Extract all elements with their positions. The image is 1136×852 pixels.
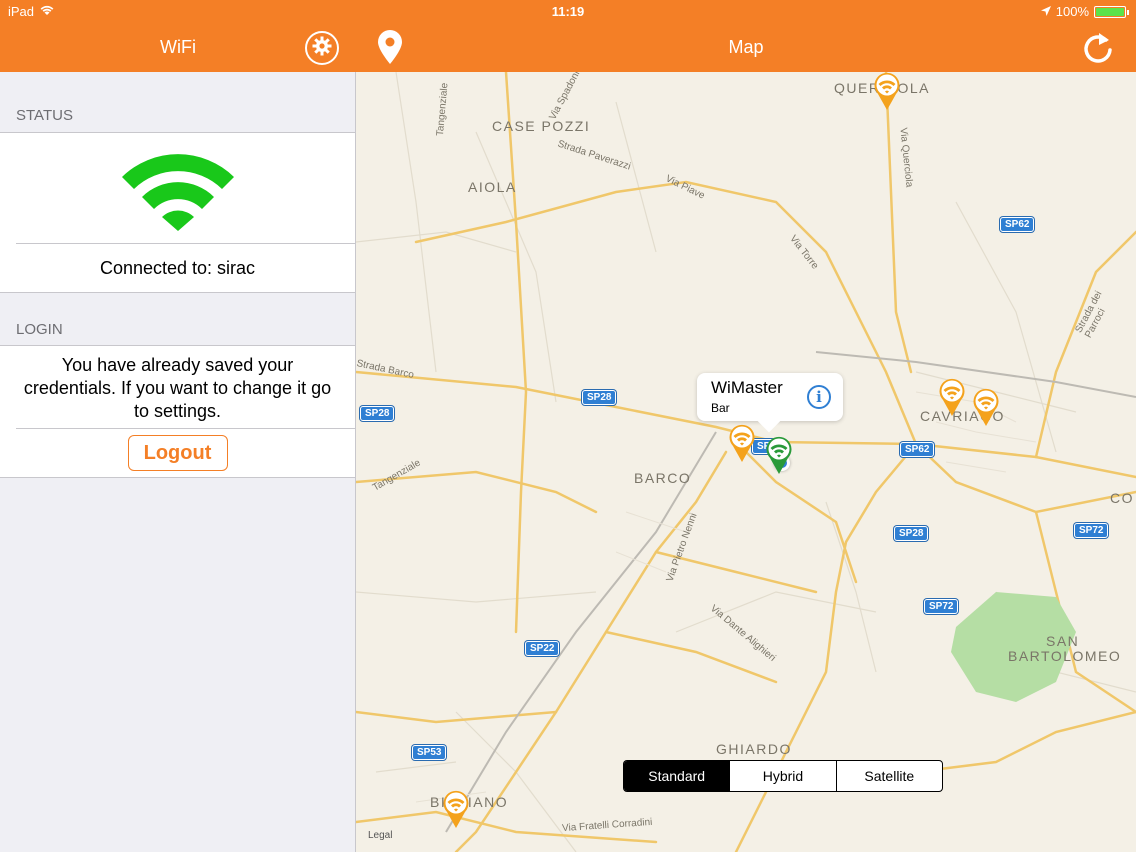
battery-icon [1094, 5, 1129, 18]
hotspot-callout[interactable]: WiMaster Bar i [697, 373, 843, 421]
wifi-hotspot-marker[interactable] [972, 388, 1000, 426]
map-type-hybrid[interactable]: Hybrid [730, 761, 837, 791]
map-type-satellite[interactable]: Satellite [837, 761, 942, 791]
wifi-marker-icon [443, 790, 469, 828]
road-shield: SP28 [894, 526, 929, 541]
status-bar: iPad 11:19 100% [0, 0, 1136, 24]
login-section-header: LOGIN [16, 321, 63, 338]
map-panel: Map CASE POZZI AIOLA BARCO CAVRIAGO GHIA… [356, 0, 1136, 852]
road-shield: SP22 [525, 641, 560, 656]
road-shield: SP72 [924, 599, 959, 614]
info-button[interactable]: i [807, 385, 831, 409]
road-shield: SP28 [360, 406, 395, 421]
wifi-hotspot-marker-selected[interactable] [765, 436, 793, 474]
wifi-status-row [0, 133, 355, 243]
wifi-hotspot-marker[interactable] [938, 378, 966, 416]
place-label: San [1046, 633, 1080, 649]
road-shield: SP62 [900, 442, 935, 457]
wifi-marker-icon [729, 424, 755, 462]
gear-icon [312, 36, 332, 61]
clock: 11:19 [551, 4, 585, 19]
wifi-nav-bar: WiFi [0, 24, 356, 72]
settings-button[interactable] [305, 31, 339, 65]
battery-percent: 100% [1055, 4, 1089, 19]
road-shield: SP72 [1074, 523, 1109, 538]
wifi-connected-icon [121, 141, 234, 236]
road-shield: SP62 [1000, 217, 1035, 232]
wifi-marker-icon [939, 378, 965, 416]
wifi-hotspot-marker[interactable] [442, 790, 470, 828]
wifi-marker-icon [874, 72, 900, 110]
place-label: Aiola [468, 179, 517, 195]
login-group: You have already saved your credentials.… [0, 345, 355, 478]
logout-row: Logout [0, 429, 355, 477]
wifi-marker-icon [973, 388, 999, 426]
wifi-hotspot-marker[interactable] [873, 72, 901, 110]
road-shield: SP28 [582, 390, 617, 405]
map-nav-bar: Map [356, 24, 1136, 72]
place-label: Barco [634, 470, 692, 486]
info-icon: i [816, 388, 822, 406]
map-type-standard[interactable]: Standard [624, 761, 731, 791]
map-view[interactable]: Querciola Case Pozzi Aiola Barco Cavriag… [356, 72, 1136, 852]
place-label: Co [1110, 490, 1134, 506]
location-arrow-icon [1040, 4, 1051, 19]
connected-network-label: Connected to: sirac [99, 257, 256, 278]
place-label: Bartolomeo [1008, 648, 1122, 664]
legal-link[interactable]: Legal [368, 830, 392, 841]
wifi-title: WiFi [160, 37, 196, 57]
road-shield: SP53 [412, 745, 447, 760]
place-label: Case Pozzi [492, 118, 591, 134]
refresh-icon [1082, 33, 1114, 70]
status-section-header: STATUS [16, 107, 73, 124]
place-label: Ghiardo [716, 741, 792, 757]
wifi-panel: WiFi STATUS Connected to: sirac LOGIN Yo… [0, 0, 356, 852]
wifi-hotspot-marker[interactable] [728, 424, 756, 462]
callout-title: WiMaster [711, 378, 783, 397]
login-message: You have already saved your credentials.… [23, 355, 332, 421]
callout-subtitle: Bar [711, 401, 730, 415]
wifi-marker-icon [766, 436, 792, 474]
refresh-button[interactable] [1082, 30, 1114, 71]
map-type-segmented-control[interactable]: Standard Hybrid Satellite [623, 760, 943, 792]
logout-button[interactable]: Logout [127, 435, 228, 471]
map-title: Map [728, 37, 764, 57]
status-group: Connected to: sirac [0, 132, 355, 293]
